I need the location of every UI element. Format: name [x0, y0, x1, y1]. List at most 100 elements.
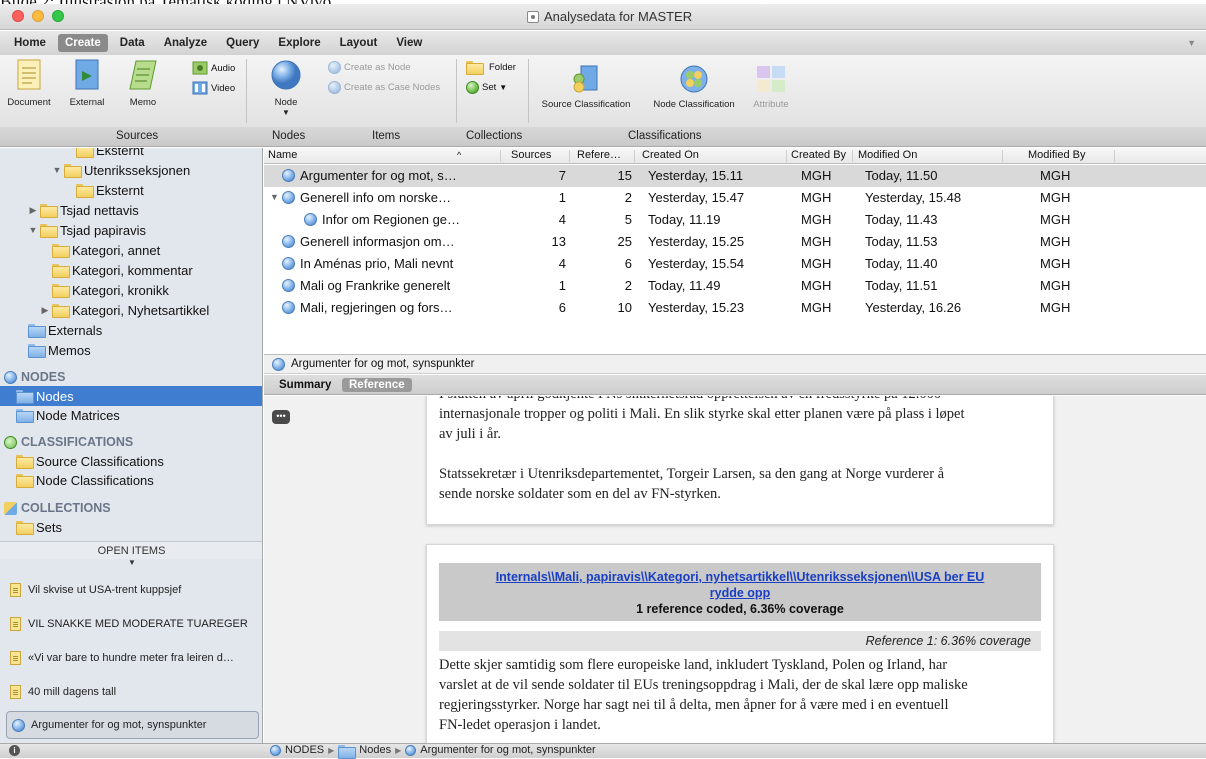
disclosure-triangle-icon[interactable]: ▶	[40, 305, 50, 316]
column-modified-on[interactable]: Modified On	[858, 149, 917, 161]
sidebar-item-sets[interactable]: Sets	[0, 517, 262, 537]
minimize-window-button[interactable]	[32, 10, 44, 22]
folder-icon	[52, 304, 70, 318]
open-items-dropdown-icon[interactable]: ▼	[128, 558, 136, 567]
column-created-on[interactable]: Created On	[642, 149, 699, 161]
cell-created-by: MGH	[801, 168, 832, 183]
video-button[interactable]: Video	[192, 81, 235, 95]
sidebar-tree-item[interactable]: Kategori, kommentar	[0, 260, 262, 280]
sidebar-tree-item[interactable]: Externals	[0, 320, 262, 340]
tab-home[interactable]: Home	[14, 37, 46, 49]
tab-create[interactable]: Create	[57, 34, 108, 52]
column-created-by[interactable]: Created By	[791, 149, 846, 161]
open-item[interactable]: «Vi var bare to hundre meter fra leiren …	[0, 647, 262, 669]
column-separator	[786, 150, 787, 162]
classifications-section-icon	[4, 435, 17, 449]
node-dropdown-icon[interactable]: ▼	[266, 108, 306, 117]
source-link[interactable]: Internals\\Mali, papiravis\\Kategori, ny…	[439, 569, 1041, 585]
sidebar-tree-item[interactable]: ▶ Kategori, Nyhetsartikkel	[0, 300, 262, 320]
ribbon-collapse-icon[interactable]: ▼	[1187, 38, 1196, 48]
sidebar-item-nodes[interactable]: Nodes	[0, 386, 262, 406]
reference-coverage: Reference 1: 6.36% coverage	[439, 631, 1041, 651]
disclosure-triangle-icon[interactable]: ▼	[28, 225, 38, 235]
memo-button[interactable]: Memo	[120, 59, 166, 108]
tab-analyze[interactable]: Analyze	[164, 37, 207, 49]
set-button[interactable]: Set ▼	[466, 81, 507, 94]
node-button[interactable]: Node ▼	[266, 59, 306, 117]
disclosure-triangle-icon[interactable]: ▶	[28, 205, 38, 216]
info-icon[interactable]: i	[9, 745, 20, 756]
tab-view[interactable]: View	[396, 37, 422, 49]
breadcrumb-item[interactable]: Argumenter for og mot, synspunkter	[420, 744, 595, 756]
table-row[interactable]: In Aménas prio, Mali nevnt 4 6 Yesterday, 1…	[264, 253, 1206, 275]
sidebar-tree-item[interactable]: Kategori, annet	[0, 240, 262, 260]
nodes-section-header[interactable]: NODES	[0, 367, 262, 387]
sidebar-item-node-matrices[interactable]: Node Matrices	[0, 405, 262, 425]
document-icon	[10, 651, 21, 665]
cell-name: Mali, regjeringen og fors…	[300, 300, 453, 315]
sidebar-item-node-classifications[interactable]: Node Classifications	[0, 470, 262, 490]
cell-modified-by: MGH	[1040, 256, 1071, 271]
folder-button[interactable]: Folder	[466, 61, 516, 75]
open-items-header[interactable]: OPEN ITEMS	[0, 541, 262, 559]
tab-summary[interactable]: Summary	[272, 378, 338, 392]
disclosure-triangle-icon[interactable]: ▼	[52, 165, 62, 175]
sidebar-tree-item[interactable]: ▼ Utenriksseksjonen	[0, 160, 262, 180]
close-window-button[interactable]	[12, 10, 24, 22]
ribbon-tab-bar: Home Create Data Analyze Query Explore L…	[0, 31, 1206, 55]
audio-button[interactable]: Audio	[192, 61, 235, 75]
set-dropdown-icon[interactable]: ▼	[499, 83, 507, 92]
table-row[interactable]: Generell informasjon om… 13 25 Yesterday, 1…	[264, 231, 1206, 253]
sidebar-tree-item[interactable]: ▶ Tsjad nettavis	[0, 200, 262, 220]
table-row[interactable]: ▼ Generell info om norske… 1 2 Yesterday, 15…	[264, 187, 1206, 209]
collections-section-header[interactable]: COLLECTIONS	[0, 498, 262, 518]
tab-layout[interactable]: Layout	[340, 37, 378, 49]
node-classification-button[interactable]: Node Classification	[646, 65, 742, 110]
column-modified-by[interactable]: Modified By	[1028, 149, 1085, 161]
cell-modified-on: Today, 11.51	[865, 278, 938, 293]
table-row[interactable]: Mali og Frankrike generelt 1 2 Today, 11.49…	[264, 275, 1206, 297]
breadcrumb-item[interactable]: Nodes	[359, 744, 391, 756]
node-table-header: Name ^ Sources Refere… Created On Create…	[264, 148, 1206, 164]
column-sources[interactable]: Sources	[511, 149, 551, 161]
tab-query[interactable]: Query	[226, 37, 259, 49]
sidebar-tree-item[interactable]: Memos	[0, 340, 262, 360]
cell-modified-on: Today, 11.40	[865, 256, 938, 271]
sidebar-item-source-classifications[interactable]: Source Classifications	[0, 451, 262, 471]
table-row[interactable]: Infor om Regionen ge… 4 5 Today, 11.19 MGH To…	[264, 209, 1206, 231]
source-link-continued[interactable]: rydde opp	[439, 585, 1041, 601]
row-disclosure-icon[interactable]: ▼	[270, 192, 279, 202]
folder-icon	[338, 745, 357, 759]
zoom-window-button[interactable]	[52, 10, 64, 22]
sidebar-tree-item[interactable]: Eksternt	[0, 148, 262, 160]
open-item[interactable]: VIL SNAKKE MED MODERATE TUAREGER	[0, 613, 262, 635]
comment-icon[interactable]: •••	[272, 410, 290, 424]
group-collections-label: Collections	[466, 130, 523, 142]
sort-ascending-icon[interactable]: ^	[457, 150, 461, 160]
breadcrumb-item[interactable]: NODES	[285, 744, 324, 756]
column-references[interactable]: Refere…	[577, 149, 621, 161]
document-icon	[17, 59, 41, 90]
cell-sources: 1	[558, 278, 566, 293]
column-name[interactable]: Name	[268, 149, 297, 161]
tab-reference[interactable]: Reference	[342, 378, 412, 392]
sidebar-tree-item[interactable]: Kategori, kronikk	[0, 280, 262, 300]
table-row[interactable]: Argumenter for og mot, s… 7 15 Yesterday, 1…	[264, 165, 1206, 187]
external-button[interactable]: External	[60, 59, 114, 108]
open-item[interactable]: 40 mill dagens tall	[0, 681, 262, 703]
cell-created-by: MGH	[801, 278, 832, 293]
sidebar-tree-item[interactable]: Eksternt	[0, 180, 262, 200]
open-item-active[interactable]: Argumenter for og mot, synspunkter	[6, 711, 259, 739]
tab-explore[interactable]: Explore	[278, 37, 320, 49]
document-button[interactable]: Document	[6, 59, 52, 108]
classifications-section-header[interactable]: CLASSIFICATIONS	[0, 432, 262, 452]
source-classification-button[interactable]: Source Classification	[536, 65, 636, 110]
sidebar-tree-label: Tsjad papiravis	[60, 222, 146, 238]
reference-count: 1 reference coded, 6.36% coverage	[636, 602, 844, 616]
table-row[interactable]: Mali, regjeringen og fors… 6 10 Yesterday, …	[264, 297, 1206, 319]
reference-view: ••• I slutten av april godkjente FNs sik…	[264, 396, 1206, 743]
open-item[interactable]: Vil skvise ut USA-trent kuppsjef	[0, 579, 262, 601]
cell-created-by: MGH	[801, 190, 832, 205]
tab-data[interactable]: Data	[120, 37, 145, 49]
sidebar-tree-item[interactable]: ▼ Tsjad papiravis	[0, 220, 262, 240]
